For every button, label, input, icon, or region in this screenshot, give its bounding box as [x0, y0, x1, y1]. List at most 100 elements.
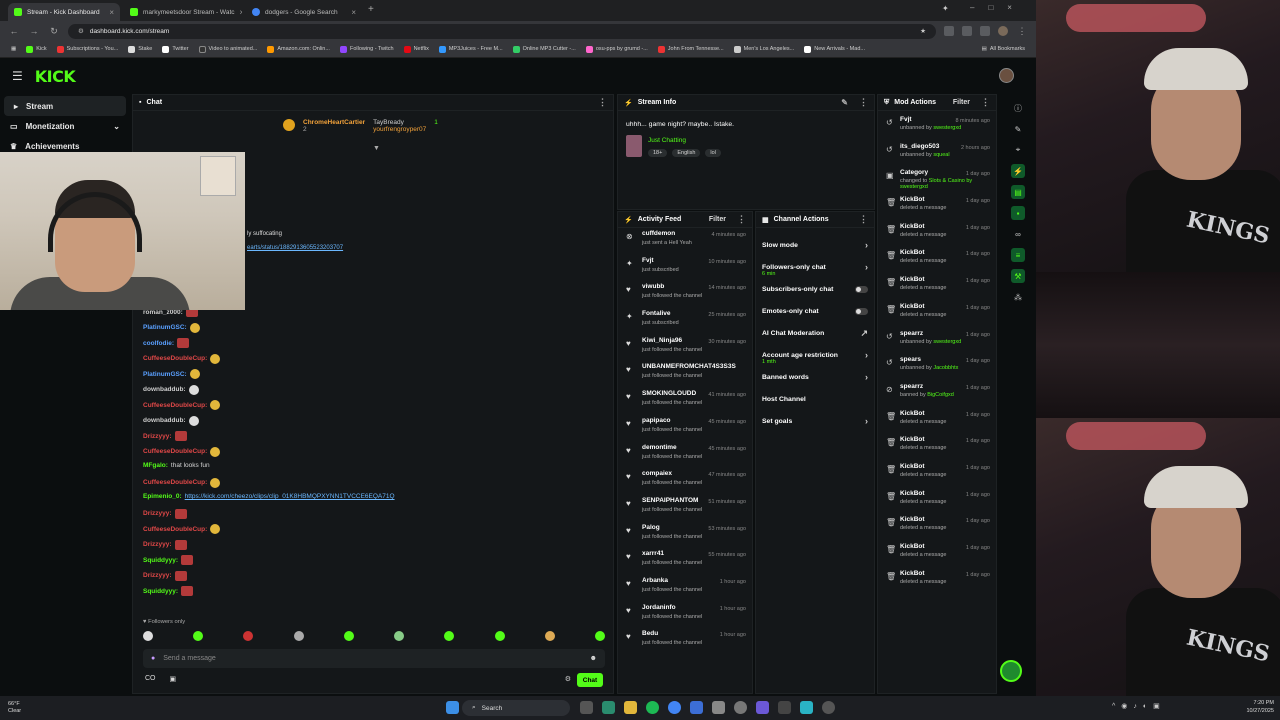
chat-overlay-link[interactable]: earts/status/1882913605523203707	[247, 245, 343, 251]
extension-star-icon[interactable]: ✦	[942, 4, 949, 13]
chat-username[interactable]: MFgalo:	[143, 462, 168, 469]
task-view-icon[interactable]	[580, 701, 593, 714]
file-explorer-icon[interactable]	[624, 701, 637, 714]
mod-action-item[interactable]: 🗑 KickBot 1 day ago deleted a message	[878, 273, 996, 300]
extension-icon[interactable]	[980, 26, 990, 36]
kebab-menu-icon[interactable]: ⋮	[981, 97, 990, 108]
system-tray-icons[interactable]: ^◉♪◐▣	[1112, 702, 1166, 710]
site-info-icon[interactable]: ⚙	[78, 27, 84, 35]
sidebar-item-stream[interactable]: ▸ Stream	[4, 96, 126, 116]
chat-icon[interactable]: ▪	[1011, 206, 1025, 220]
mod-action-item[interactable]: 🗑 KickBot 1 day ago deleted a message	[878, 540, 996, 567]
activity-feed-item[interactable]: ♥ papipaco 45 minutes ago just followed the…	[618, 415, 752, 442]
bookmark-item[interactable]: John From Tennesse...	[653, 45, 729, 53]
bookmark-item[interactable]: Subscriptions - You...	[52, 45, 124, 53]
bookmark-item[interactable]: MP3Juices - Free M...	[434, 45, 508, 53]
browser-tab-watch[interactable]: markymeetsdoor Stream - Watc ×	[124, 3, 242, 21]
activity-feed-item[interactable]: ♥ Palog 53 minutes ago just followed the ch…	[618, 522, 752, 549]
gear-icon[interactable]: ⚙	[565, 675, 571, 683]
channel-action-item[interactable]: Followers-only chat › 6 min	[756, 256, 874, 278]
toggle-switch[interactable]	[855, 307, 868, 315]
emote-icon[interactable]	[494, 631, 505, 641]
emote-icon[interactable]	[594, 631, 605, 641]
chat-username[interactable]: PlatinumGSC:	[143, 371, 187, 378]
channel-action-item[interactable]: Host Channel	[756, 388, 874, 410]
channel-action-item[interactable]: Slow mode ›	[756, 234, 874, 256]
sidebar-item-monetization[interactable]: ▭ Monetization ⌄	[0, 116, 130, 136]
activity-feed-item[interactable]: ♥ SENPAIPHANTOM 51 minutes ago just followe…	[618, 495, 752, 522]
activity-feed-item[interactable]: ♥ demontime 45 minutes ago just followed th…	[618, 442, 752, 469]
mod-action-actor[interactable]: squeal	[933, 152, 949, 158]
bookmark-item[interactable]: osu-pps by grumd -...	[581, 45, 653, 53]
browser-tab-kick-dashboard[interactable]: Stream - Kick Dashboard ×	[8, 3, 120, 21]
mod-action-item[interactable]: 🗑 KickBot 1 day ago deleted a message	[878, 193, 996, 220]
browser-tab-google[interactable]: dodgers - Google Search ×	[246, 3, 362, 21]
chat-username[interactable]: Squiddyyy:	[143, 588, 178, 595]
pencil-icon[interactable]: ✎	[1011, 122, 1025, 136]
bolt-icon[interactable]: ⚡	[1011, 164, 1025, 178]
activity-feed-item[interactable]: ♥ Kiwi_Ninja96 30 minutes ago just followed…	[618, 335, 752, 362]
bookmark-item[interactable]: Video to animated...	[194, 45, 263, 53]
apps-icon[interactable]: ▦	[6, 46, 21, 52]
windows-start-icon[interactable]	[446, 701, 459, 714]
back-icon[interactable]: ←	[8, 26, 20, 36]
reload-icon[interactable]: ↻	[48, 26, 60, 37]
filter-button[interactable]: Filter	[709, 216, 726, 223]
app-icon[interactable]	[734, 701, 747, 714]
taskbar-clock[interactable]: 7:20 PM 10/27/2025	[1246, 699, 1274, 715]
url-field[interactable]: ⚙ dashboard.kick.com/stream ★	[68, 23, 936, 39]
weather-widget[interactable]: 66°F Clear	[8, 701, 21, 715]
chat-username[interactable]: Drizzyyy:	[143, 433, 172, 440]
activity-feed-item[interactable]: ♥ Jordaninfo 1 hour ago just followed the c…	[618, 602, 752, 629]
channel-action-item[interactable]: Account age restriction › 1 mth	[756, 344, 874, 366]
chat-username[interactable]: CuffeeseDoubleCup:	[143, 448, 207, 455]
link-icon[interactable]: ∞	[1011, 227, 1025, 241]
spotify-icon[interactable]	[646, 701, 659, 714]
kebab-menu-icon[interactable]: ⋮	[859, 97, 868, 108]
activity-feed-item[interactable]: ♥ viwubb 14 minutes ago just followed the c…	[618, 281, 752, 308]
chat-username[interactable]: CuffeeseDoubleCup:	[143, 355, 207, 362]
mod-action-actor[interactable]: Jacobbhtx	[933, 365, 958, 371]
bookmark-item[interactable]: Following - Twitch	[335, 45, 399, 53]
stream-info-icon[interactable]: ▤	[1011, 185, 1025, 199]
app-icon[interactable]	[712, 701, 725, 714]
chat-username[interactable]: Drizzyyy:	[143, 541, 172, 548]
chat-username[interactable]: CuffeeseDoubleCup:	[143, 402, 207, 409]
mod-action-actor[interactable]: swestergxd	[933, 339, 961, 345]
mod-action-item[interactable]: ↺ its_diego503 2 hours ago unbanned by sque…	[878, 140, 996, 167]
bookmark-item[interactable]: Twitter	[157, 45, 193, 53]
toggle-switch[interactable]	[855, 285, 868, 293]
channel-action-item[interactable]: Subscribers-only chat	[756, 278, 874, 300]
bookmark-item[interactable]: Amazon.com: Onlin...	[262, 45, 335, 53]
bookmark-item[interactable]: New Arrivals - Mad...	[799, 45, 870, 53]
crosshair-icon[interactable]: ⌖	[1011, 143, 1025, 157]
mod-action-item[interactable]: 🗑 KickBot 1 day ago deleted a message	[878, 487, 996, 514]
chrome-icon[interactable]	[668, 701, 681, 714]
chat-username[interactable]: CuffeeseDoubleCup:	[143, 479, 207, 486]
taskbar-search[interactable]: ⌕ Search	[462, 700, 570, 716]
app-icon[interactable]	[778, 701, 791, 714]
bookmark-item[interactable]: Stake	[123, 45, 157, 53]
category-name[interactable]: Just Chatting	[648, 137, 686, 144]
activity-feed-item[interactable]: ♥ xarrr41 55 minutes ago just followed the …	[618, 548, 752, 575]
settings-toggle-icon[interactable]: CO	[145, 675, 156, 683]
list-icon[interactable]: ≡	[1011, 248, 1025, 262]
mod-action-item[interactable]: 🗑 KickBot 1 day ago deleted a message	[878, 513, 996, 540]
new-tab-button[interactable]: +	[368, 4, 374, 15]
app-icon[interactable]	[690, 701, 703, 714]
forward-icon[interactable]: →	[28, 26, 40, 36]
emote-icon[interactable]	[193, 631, 204, 641]
mod-action-item[interactable]: ▣ Category 1 day ago changed to Slots & Cas…	[878, 166, 996, 193]
mod-action-item[interactable]: 🗑 KickBot 1 day ago deleted a message	[878, 407, 996, 434]
activity-feed-item[interactable]: ♥ compaiex 47 minutes ago just followed the…	[618, 468, 752, 495]
bookmark-item[interactable]: Online MP3 Cutter -...	[508, 45, 581, 53]
emote-icon[interactable]	[343, 631, 354, 641]
chat-username[interactable]: CuffeeseDoubleCup:	[143, 526, 207, 533]
channel-action-item[interactable]: Emotes-only chat	[756, 300, 874, 322]
activity-feed-item[interactable]: ♥ SMOKINGLOUDD 41 minutes ago just followed…	[618, 388, 752, 415]
activity-feed-item[interactable]: ♥ Bedu 1 hour ago just followed the channel	[618, 628, 752, 655]
close-tab-icon[interactable]: ×	[351, 8, 356, 17]
send-chat-button[interactable]: Chat	[577, 673, 603, 687]
app-icon[interactable]	[800, 701, 813, 714]
channel-action-item[interactable]: Set goals ›	[756, 410, 874, 432]
